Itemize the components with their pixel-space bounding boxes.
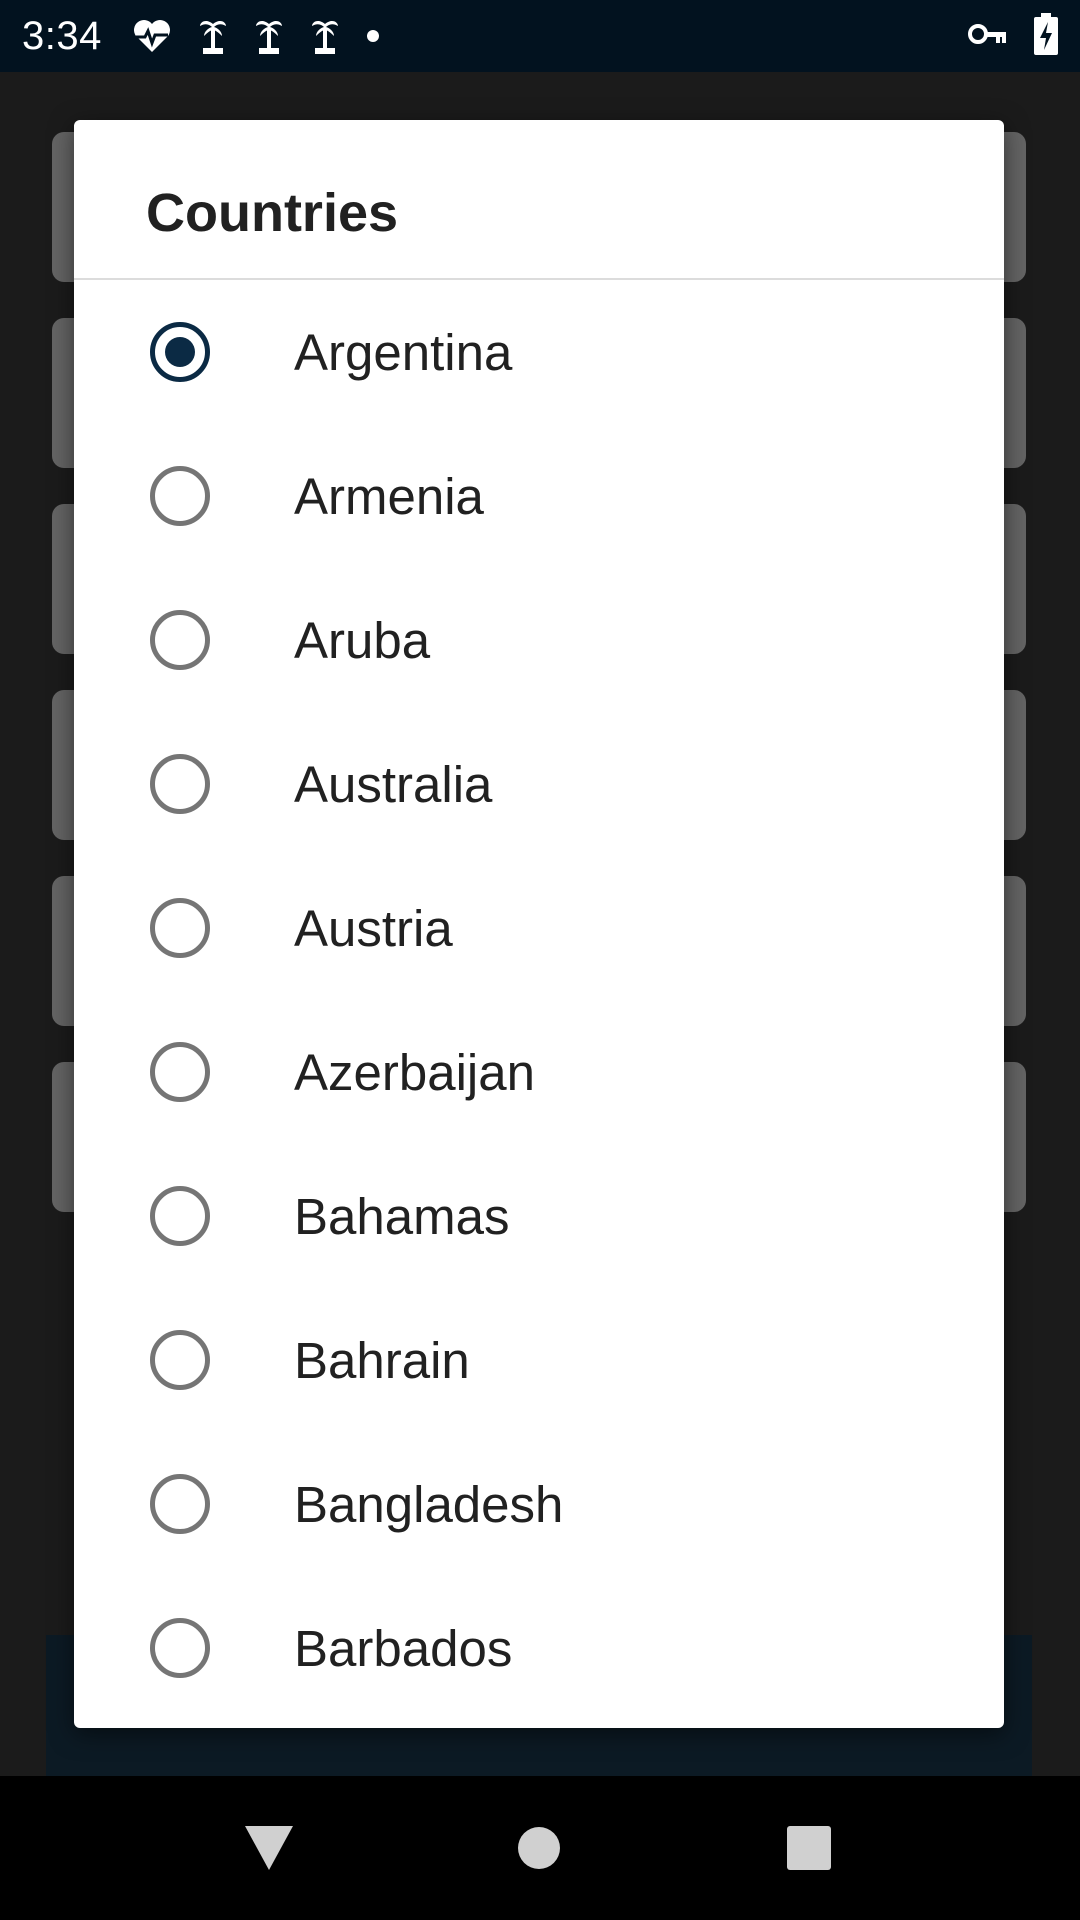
country-option[interactable]: Aruba xyxy=(74,568,1004,712)
palm-tree-icon xyxy=(310,16,340,56)
country-option-label: Australia xyxy=(294,755,493,813)
dot-icon xyxy=(366,29,380,43)
radio-unchecked-icon[interactable] xyxy=(150,466,210,526)
radio-unchecked-icon[interactable] xyxy=(150,754,210,814)
country-option[interactable]: Australia xyxy=(74,712,1004,856)
radio-unchecked-icon[interactable] xyxy=(150,1330,210,1390)
palm-tree-icon xyxy=(198,16,228,56)
home-icon xyxy=(518,1827,560,1869)
status-time: 3:34 xyxy=(22,13,102,58)
recents-button[interactable] xyxy=(773,1812,845,1884)
home-button[interactable] xyxy=(503,1812,575,1884)
country-option-label: Armenia xyxy=(294,467,484,525)
radio-checked-icon[interactable] xyxy=(150,322,210,382)
navigation-bar xyxy=(0,1776,1080,1920)
notification-icons xyxy=(132,16,380,56)
dialog-title: Countries xyxy=(74,120,1004,280)
heart-pulse-icon xyxy=(132,18,172,54)
radio-unchecked-icon[interactable] xyxy=(150,610,210,670)
vpn-key-icon xyxy=(968,22,1008,51)
country-option[interactable]: Barbados xyxy=(74,1576,1004,1720)
back-icon xyxy=(245,1826,293,1870)
country-option-label: Bangladesh xyxy=(294,1475,564,1533)
country-option[interactable]: Bahamas xyxy=(74,1144,1004,1288)
country-option[interactable]: Armenia xyxy=(74,424,1004,568)
recents-icon xyxy=(787,1826,831,1870)
radio-unchecked-icon[interactable] xyxy=(150,1618,210,1678)
country-option-label: Barbados xyxy=(294,1619,513,1677)
country-option[interactable]: Austria xyxy=(74,856,1004,1000)
country-option[interactable]: Bahrain xyxy=(74,1288,1004,1432)
palm-tree-icon xyxy=(254,16,284,56)
status-bar: 3:34 xyxy=(0,0,1080,72)
country-option-label: Bahrain xyxy=(294,1331,470,1389)
radio-unchecked-icon[interactable] xyxy=(150,898,210,958)
country-option[interactable]: Azerbaijan xyxy=(74,1000,1004,1144)
country-option[interactable]: Bangladesh xyxy=(74,1432,1004,1576)
country-option[interactable]: Argentina xyxy=(74,280,1004,424)
country-option-label: Aruba xyxy=(294,611,431,669)
country-option-label: Azerbaijan xyxy=(294,1043,535,1101)
country-options-list[interactable]: Argentina Armenia Aruba Australia Austria Aze… xyxy=(74,280,1004,1720)
radio-unchecked-icon[interactable] xyxy=(150,1186,210,1246)
country-option-label: Argentina xyxy=(294,323,513,381)
battery-charging-icon xyxy=(1034,12,1058,60)
system-icons xyxy=(968,12,1058,60)
back-button[interactable] xyxy=(233,1812,305,1884)
countries-dialog: Countries Argentina Armenia Aruba Australia… xyxy=(74,120,1004,1728)
country-option-label: Austria xyxy=(294,899,453,957)
radio-unchecked-icon[interactable] xyxy=(150,1042,210,1102)
radio-unchecked-icon[interactable] xyxy=(150,1474,210,1534)
country-option-label: Bahamas xyxy=(294,1187,510,1245)
